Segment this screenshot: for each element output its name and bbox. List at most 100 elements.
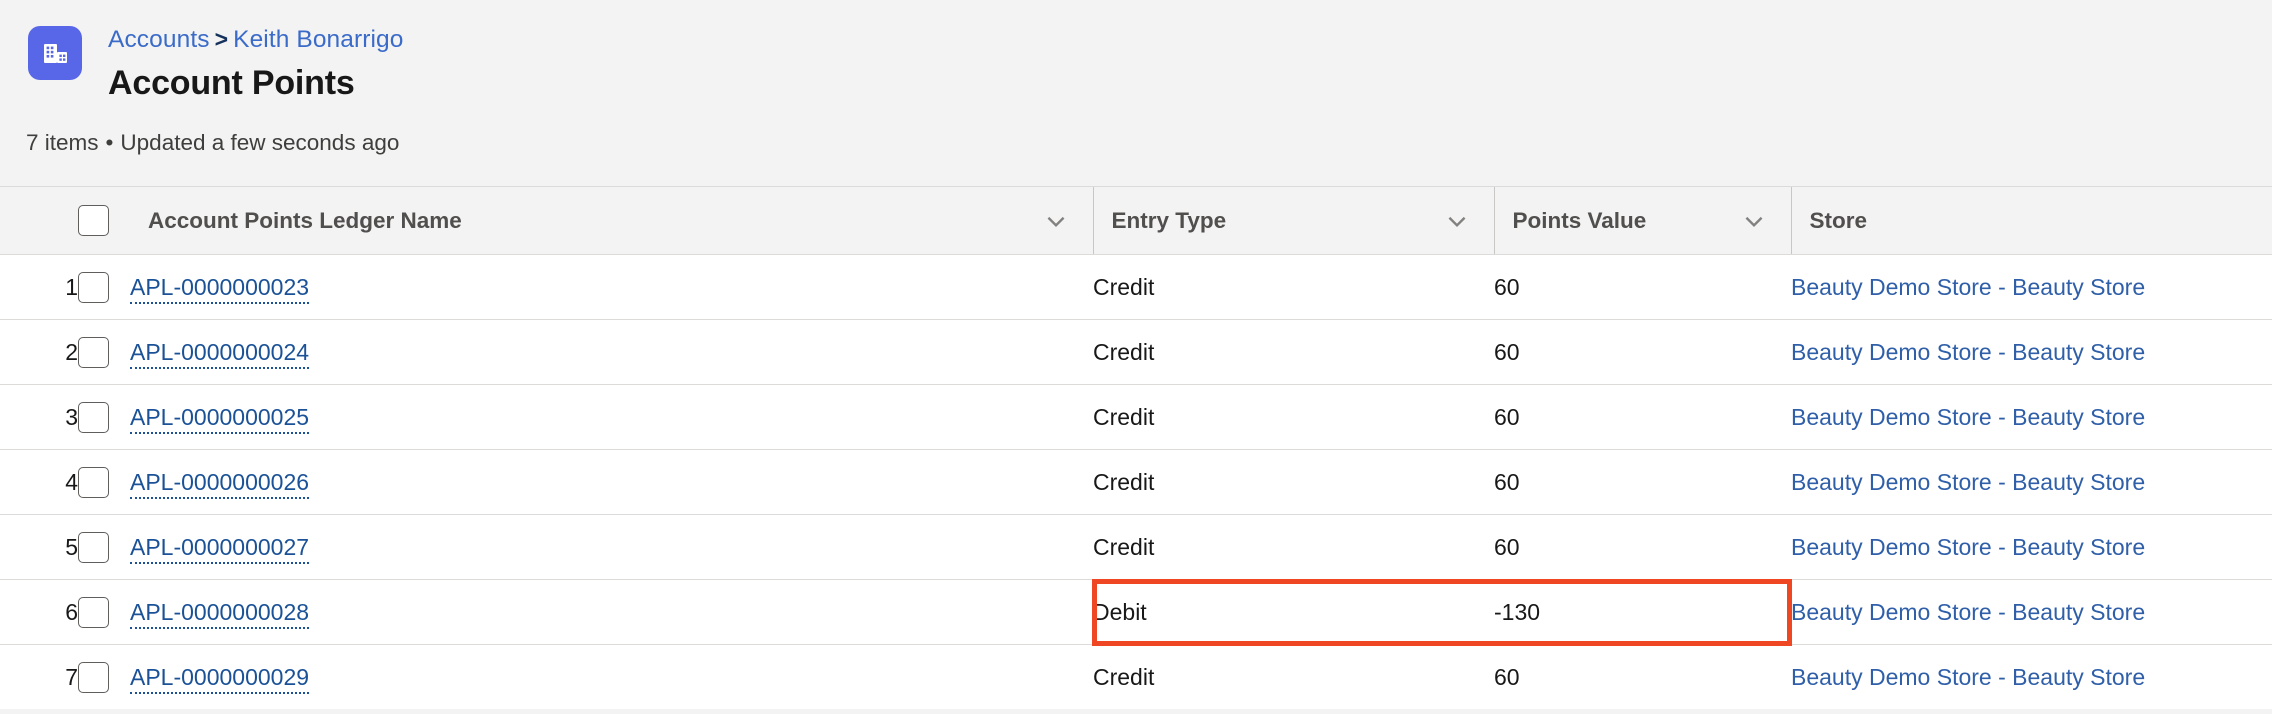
- store-link[interactable]: Beauty Demo Store - Beauty Store: [1791, 404, 2145, 430]
- row-number: 7: [0, 644, 78, 710]
- table-row[interactable]: 4 APL-0000000026 Credit 60 Beauty Demo Store…: [0, 449, 2272, 515]
- account-building-icon: [28, 26, 82, 80]
- cell-ledger-name: APL-0000000024: [130, 319, 1093, 385]
- row-number: 5: [0, 514, 78, 580]
- chevron-down-icon[interactable]: [1741, 208, 1767, 234]
- page-header: Accounts > Keith Bonarrigo Account Points …: [0, 0, 2272, 186]
- chevron-down-icon[interactable]: [1043, 208, 1069, 234]
- chevron-down-icon[interactable]: [1444, 208, 1470, 234]
- ledger-name-link[interactable]: APL-0000000026: [130, 468, 310, 499]
- cell-store: Beauty Demo Store - Beauty Store: [1791, 384, 2272, 450]
- cell-store: Beauty Demo Store - Beauty Store: [1791, 449, 2272, 515]
- table-header-row: Account Points Ledger Name Entry Type Po…: [0, 186, 2272, 255]
- bottom-strip: [0, 709, 2272, 714]
- cell-entry-type: Credit: [1093, 644, 1494, 710]
- cell-points-value: 60: [1494, 514, 1791, 580]
- cell-points-value: 60: [1494, 254, 1791, 320]
- ledger-name-link[interactable]: APL-0000000029: [130, 663, 310, 694]
- ledger-name-link[interactable]: APL-0000000027: [130, 533, 310, 564]
- row-select-cell[interactable]: [78, 579, 130, 645]
- table-row[interactable]: 6 APL-0000000028 Debit -130 Beauty Demo Stor…: [0, 579, 2272, 645]
- row-select-cell[interactable]: [78, 384, 130, 450]
- table-row[interactable]: 1 APL-0000000023 Credit 60 Beauty Demo Store…: [0, 254, 2272, 320]
- row-checkbox[interactable]: [78, 661, 109, 693]
- store-link[interactable]: Beauty Demo Store - Beauty Store: [1791, 599, 2145, 625]
- row-select-cell[interactable]: [78, 644, 130, 710]
- row-select-cell[interactable]: [78, 449, 130, 515]
- ledger-name-link[interactable]: APL-0000000028: [130, 598, 310, 629]
- breadcrumb-current-link[interactable]: Keith Bonarrigo: [233, 26, 403, 53]
- table-row[interactable]: 2 APL-0000000024 Credit 60 Beauty Demo Store…: [0, 319, 2272, 385]
- cell-ledger-name: APL-0000000029: [130, 644, 1093, 710]
- breadcrumb-separator: >: [214, 26, 229, 52]
- table-body: 1 APL-0000000023 Credit 60 Beauty Demo Store…: [0, 254, 2272, 710]
- cell-points-value: 60: [1494, 449, 1791, 515]
- column-header-entry-type-label: Entry Type: [1111, 207, 1227, 233]
- meta-separator-dot: •: [105, 130, 114, 155]
- cell-store: Beauty Demo Store - Beauty Store: [1791, 254, 2272, 320]
- cell-points-value: 60: [1494, 319, 1791, 385]
- row-checkbox[interactable]: [78, 336, 109, 368]
- store-link[interactable]: Beauty Demo Store - Beauty Store: [1791, 339, 2145, 365]
- row-checkbox[interactable]: [78, 531, 109, 563]
- ledger-name-link[interactable]: APL-0000000025: [130, 403, 310, 434]
- row-select-cell[interactable]: [78, 254, 130, 320]
- cell-entry-type: Credit: [1093, 319, 1494, 385]
- row-select-cell[interactable]: [78, 514, 130, 580]
- column-header-points-value[interactable]: Points Value: [1493, 186, 1791, 255]
- cell-store: Beauty Demo Store - Beauty Store: [1791, 644, 2272, 710]
- table-row[interactable]: 7 APL-0000000029 Credit 60 Beauty Demo Store…: [0, 644, 2272, 710]
- cell-ledger-name: APL-0000000025: [130, 384, 1093, 450]
- header-top: Accounts > Keith Bonarrigo Account Points: [0, 0, 2272, 103]
- cell-entry-type: Credit: [1093, 254, 1494, 320]
- column-header-name-label: Account Points Ledger Name: [148, 207, 462, 233]
- column-header-entry-type[interactable]: Entry Type: [1092, 186, 1494, 255]
- column-header-store-label: Store: [1809, 207, 1868, 233]
- table-row[interactable]: 3 APL-0000000025 Credit 60 Beauty Demo Store…: [0, 384, 2272, 450]
- row-checkbox[interactable]: [78, 401, 109, 433]
- breadcrumb-parent-link[interactable]: Accounts: [108, 26, 210, 53]
- cell-entry-type: Credit: [1093, 449, 1494, 515]
- row-checkbox[interactable]: [78, 271, 109, 303]
- row-number: 6: [0, 579, 78, 645]
- column-header-points-value-label: Points Value: [1512, 207, 1647, 233]
- list-meta: 7 items • Updated a few seconds ago: [26, 130, 399, 156]
- cell-store: Beauty Demo Store - Beauty Store: [1791, 579, 2272, 645]
- account-points-list-page: Accounts > Keith Bonarrigo Account Points …: [0, 0, 2272, 714]
- item-count: 7 items: [26, 130, 99, 155]
- page-title: Account Points: [108, 64, 355, 102]
- store-link[interactable]: Beauty Demo Store - Beauty Store: [1791, 664, 2145, 690]
- cell-points-value: 60: [1494, 644, 1791, 710]
- ledger-name-link[interactable]: APL-0000000023: [130, 273, 310, 304]
- row-number: 4: [0, 449, 78, 515]
- header-text-block: Accounts > Keith Bonarrigo Account Points: [108, 24, 404, 103]
- updated-status: Updated a few seconds ago: [120, 130, 400, 155]
- select-all-checkbox[interactable]: [78, 205, 109, 236]
- store-link[interactable]: Beauty Demo Store - Beauty Store: [1791, 469, 2145, 495]
- select-all-header: [78, 186, 130, 255]
- row-number-header: [0, 186, 78, 255]
- column-header-store[interactable]: Store: [1790, 186, 2272, 255]
- column-header-name[interactable]: Account Points Ledger Name: [130, 186, 1093, 255]
- cell-entry-type: Credit: [1093, 384, 1494, 450]
- cell-ledger-name: APL-0000000023: [130, 254, 1093, 320]
- cell-ledger-name: APL-0000000028: [130, 579, 1093, 645]
- cell-store: Beauty Demo Store - Beauty Store: [1791, 514, 2272, 580]
- row-select-cell[interactable]: [78, 319, 130, 385]
- store-link[interactable]: Beauty Demo Store - Beauty Store: [1791, 534, 2145, 560]
- cell-entry-type: Credit: [1093, 514, 1494, 580]
- row-checkbox[interactable]: [78, 596, 109, 628]
- table-row[interactable]: 5 APL-0000000027 Credit 60 Beauty Demo Store…: [0, 514, 2272, 580]
- account-points-table: Account Points Ledger Name Entry Type Po…: [0, 186, 2272, 710]
- breadcrumb: Accounts > Keith Bonarrigo: [108, 24, 404, 55]
- cell-entry-type: Debit: [1093, 579, 1494, 645]
- cell-ledger-name: APL-0000000027: [130, 514, 1093, 580]
- row-number: 1: [0, 254, 78, 320]
- cell-points-value: -130: [1494, 579, 1791, 645]
- ledger-name-link[interactable]: APL-0000000024: [130, 338, 310, 369]
- store-link[interactable]: Beauty Demo Store - Beauty Store: [1791, 274, 2145, 300]
- row-checkbox[interactable]: [78, 466, 109, 498]
- table-header: Account Points Ledger Name Entry Type Po…: [0, 186, 2272, 255]
- row-number: 2: [0, 319, 78, 385]
- cell-store: Beauty Demo Store - Beauty Store: [1791, 319, 2272, 385]
